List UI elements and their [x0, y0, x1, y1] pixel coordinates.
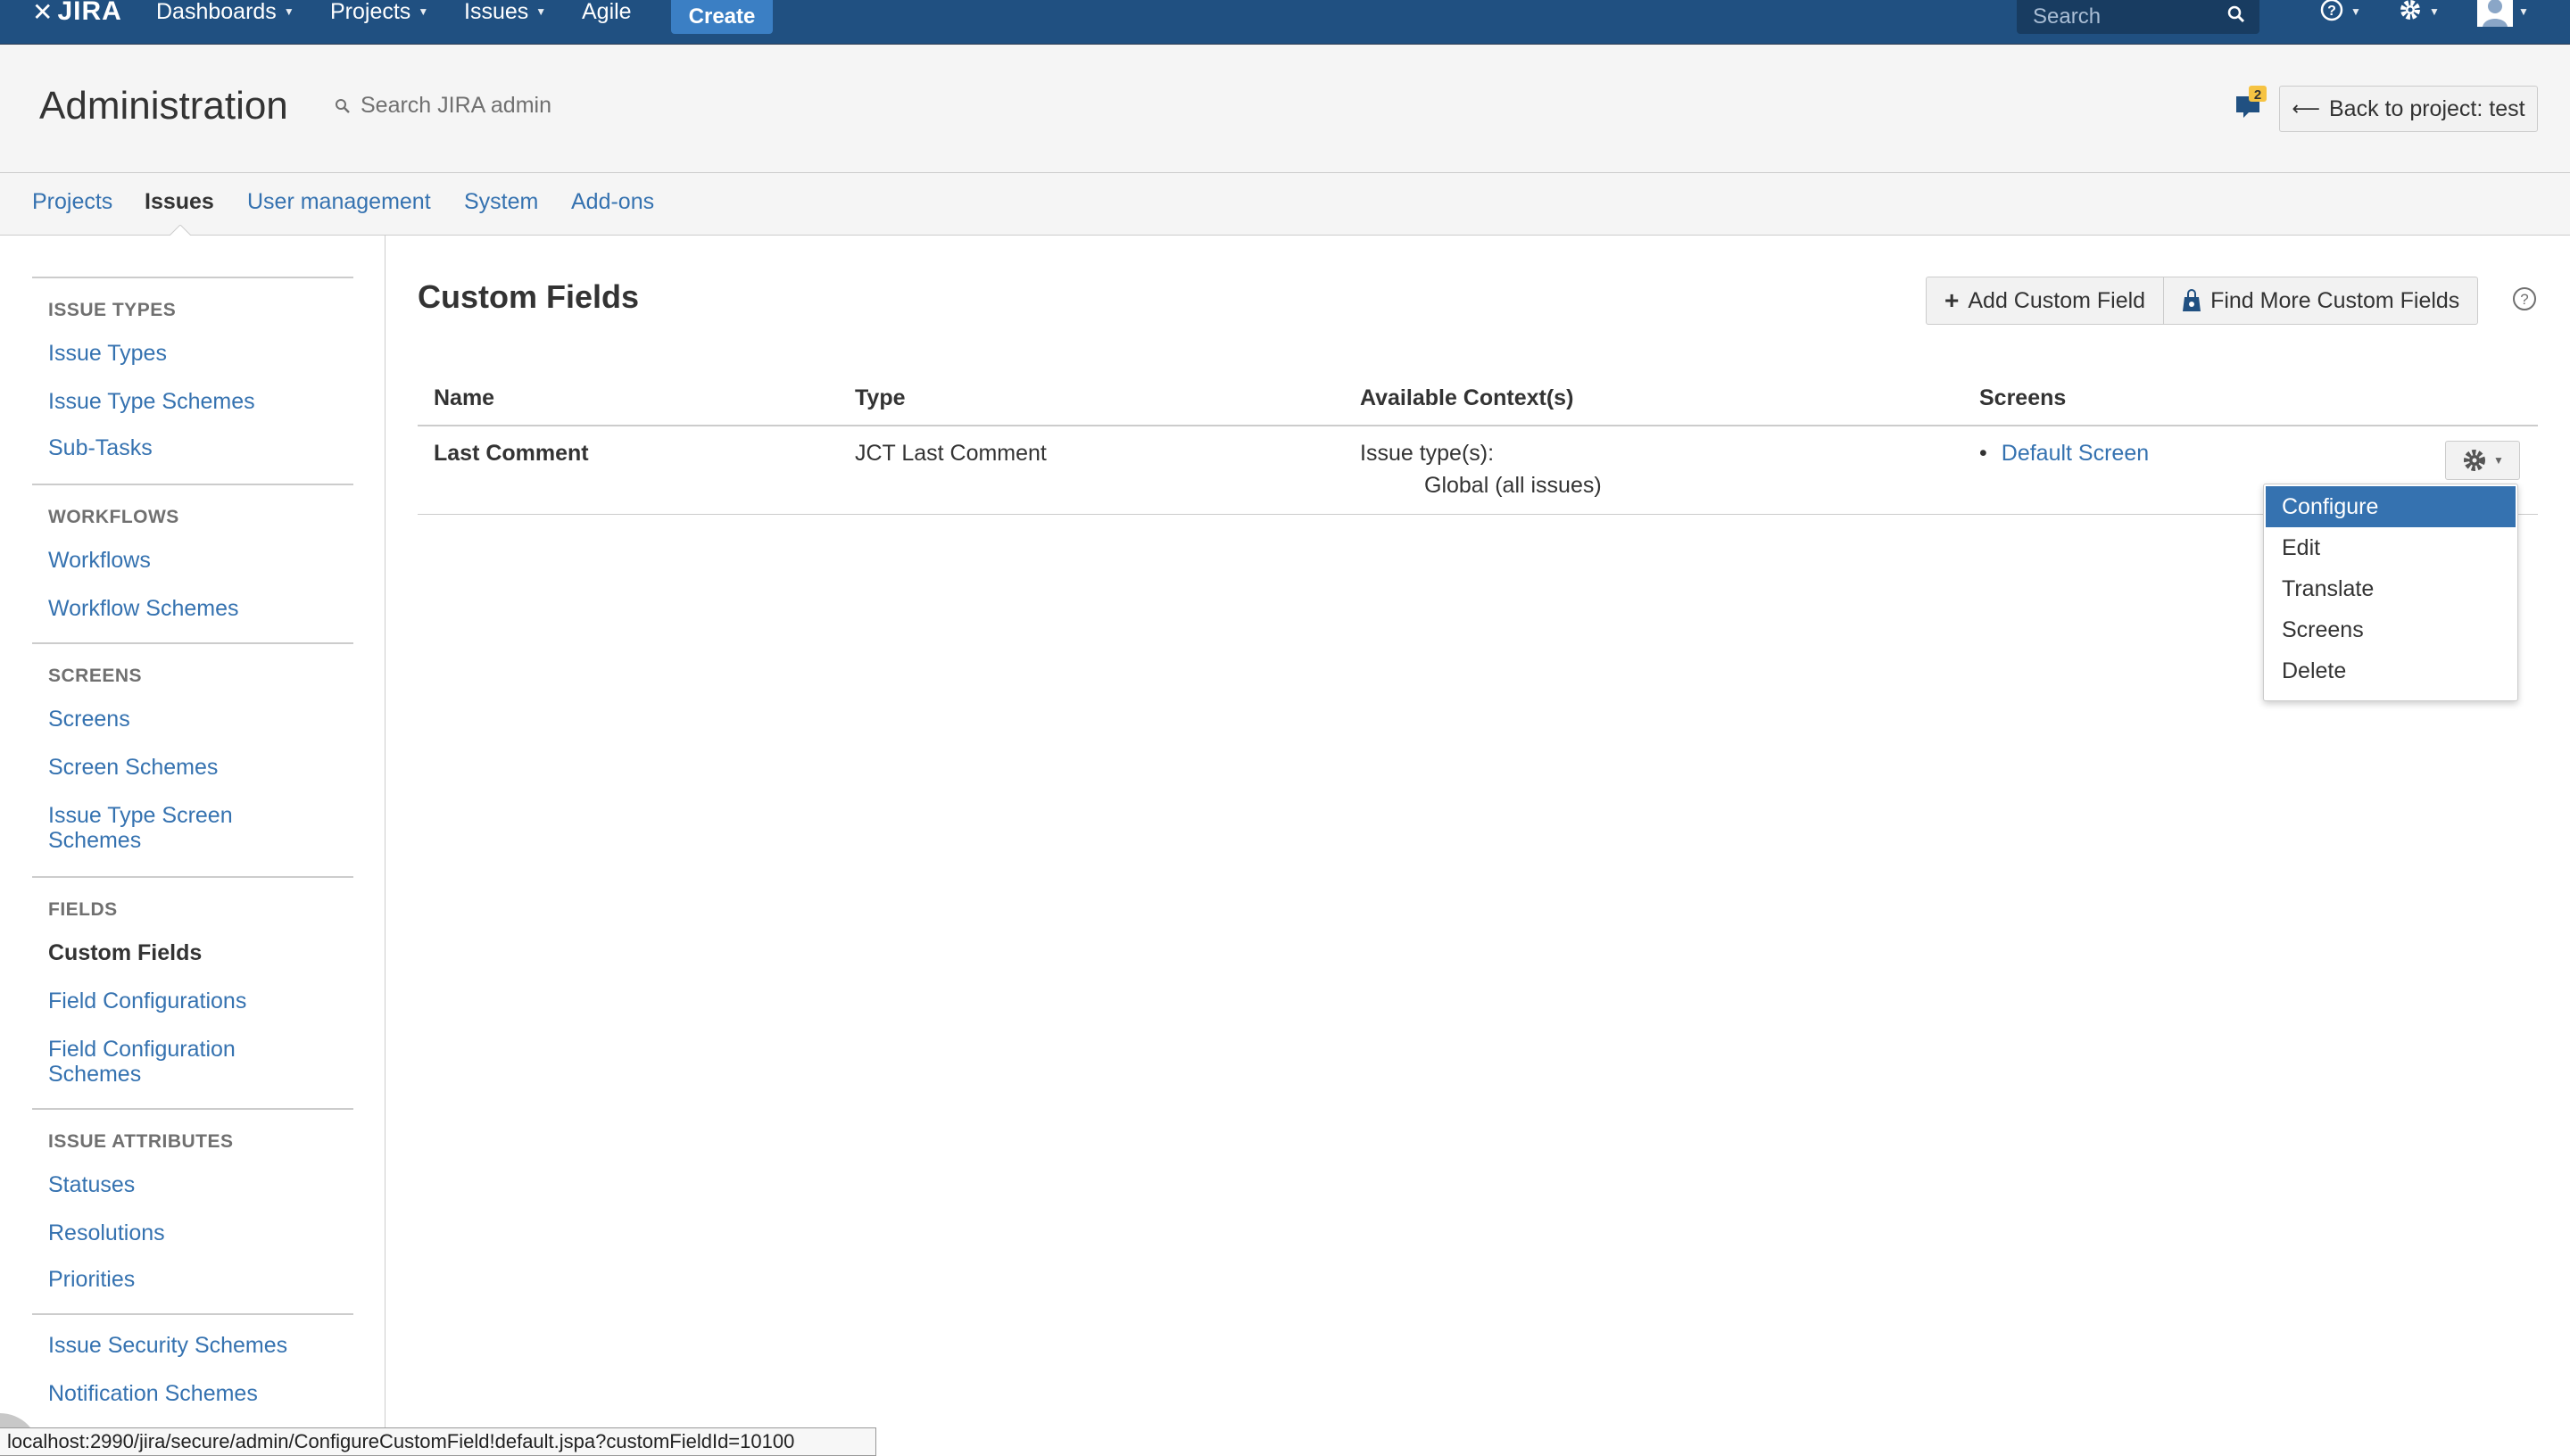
chevron-down-icon: ▼	[283, 5, 294, 18]
svg-text:?: ?	[2327, 4, 2336, 19]
find-more-custom-fields-button[interactable]: Find More Custom Fields	[2163, 277, 2477, 324]
bullet: •	[1979, 441, 1987, 466]
search-icon	[2227, 5, 2245, 23]
sidebar-divider	[32, 642, 353, 644]
column-header-screens: Screens	[1979, 385, 2067, 410]
sidebar-item-priorities[interactable]: Priorities	[48, 1267, 343, 1292]
sidebar-item-workflows[interactable]: Workflows	[48, 548, 343, 573]
chevron-down-icon: ▼	[2429, 5, 2440, 18]
table-row-divider	[418, 514, 2538, 515]
avatar-icon	[2477, 0, 2513, 27]
menu-item-edit[interactable]: Edit	[2266, 527, 2516, 568]
menu-item-screens[interactable]: Screens	[2266, 609, 2516, 650]
context-label: Issue type(s):	[1360, 441, 1495, 466]
sidebar-heading-workflows: WORKFLOWS	[48, 507, 179, 527]
screen-list-item: • Default Screen	[1979, 441, 2149, 467]
context-value: Global (all issues)	[1424, 473, 1602, 498]
user-profile-menu[interactable]: ▼	[2477, 0, 2529, 27]
search-icon	[336, 98, 350, 113]
sidebar-item-screen-schemes[interactable]: Screen Schemes	[48, 755, 343, 780]
admin-header: Administration Search JIRA admin 2 ⟵ Bac…	[0, 45, 2570, 173]
sidebar-divider	[32, 1108, 353, 1110]
sidebar-divider	[32, 484, 353, 485]
sidebar-item-custom-fields[interactable]: Custom Fields	[48, 940, 343, 965]
chevron-down-icon: ▼	[418, 5, 429, 18]
help-icon: ?	[2320, 0, 2343, 21]
svg-text:?: ?	[2520, 291, 2528, 308]
menu-item-translate[interactable]: Translate	[2266, 568, 2516, 609]
plus-icon: +	[1944, 286, 1960, 314]
sidebar-item-workflow-schemes[interactable]: Workflow Schemes	[48, 596, 343, 621]
column-header-contexts: Available Context(s)	[1360, 385, 1574, 410]
nav-dashboards[interactable]: Dashboards ▼	[156, 0, 294, 24]
screen-link-default-screen[interactable]: Default Screen	[2002, 441, 2149, 466]
custom-field-actions: + Add Custom Field Find More Custom Fiel…	[1926, 277, 2479, 325]
active-tab-pointer	[170, 225, 191, 236]
sidebar-heading-issue-attributes: ISSUE ATTRIBUTES	[48, 1131, 234, 1152]
nav-projects[interactable]: Projects ▼	[330, 0, 429, 24]
add-custom-field-button[interactable]: + Add Custom Field	[1927, 277, 2163, 324]
sidebar-heading-fields: FIELDS	[48, 899, 118, 920]
nav-issues[interactable]: Issues ▼	[464, 0, 547, 24]
gear-icon	[2464, 450, 2486, 471]
sidebar-item-notification-schemes[interactable]: Notification Schemes	[48, 1381, 343, 1406]
sidebar-item-sub-tasks[interactable]: Sub-Tasks	[48, 435, 343, 460]
sidebar-heading-issue-types: ISSUE TYPES	[48, 300, 177, 320]
admin-tabs: Projects Issues User management System A…	[0, 173, 2570, 236]
sidebar-item-issue-type-screen-schemes[interactable]: Issue Type Screen Schemes	[48, 803, 262, 853]
svg-text:2: 2	[2254, 87, 2261, 103]
column-header-type: Type	[855, 385, 906, 410]
chevron-down-icon: ▼	[2350, 5, 2361, 18]
field-name: Last Comment	[434, 441, 589, 466]
back-to-project-button[interactable]: ⟵ Back to project: test	[2279, 86, 2538, 132]
sidebar-item-issue-security-schemes[interactable]: Issue Security Schemes	[48, 1333, 343, 1358]
sidebar-item-resolutions[interactable]: Resolutions	[48, 1220, 343, 1245]
chevron-down-icon: ▼	[2493, 454, 2504, 467]
menu-item-configure[interactable]: Configure	[2266, 486, 2516, 527]
create-button[interactable]: Create	[671, 0, 773, 34]
admin-settings-menu[interactable]: ▼	[2397, 0, 2440, 23]
help-menu[interactable]: ? ▼	[2318, 0, 2361, 23]
page-title: Administration	[39, 84, 288, 128]
field-type: JCT Last Comment	[855, 441, 1047, 466]
column-header-name: Name	[434, 385, 495, 410]
tab-user-management[interactable]: User management	[247, 189, 431, 215]
arrow-left-icon: ⟵	[2292, 97, 2320, 120]
speech-bubble-icon: 2	[2236, 86, 2267, 118]
top-navigation-bar: ✕ JIRA Dashboards ▼ Projects ▼ Issues ▼ Agi…	[0, 0, 2570, 45]
sidebar-heading-screens: SCREENS	[48, 666, 143, 686]
sidebar-divider	[32, 277, 353, 278]
browser-status-bar: localhost:2990/jira/secure/admin/Configu…	[0, 1427, 876, 1456]
sidebar-divider	[32, 1313, 353, 1315]
field-actions-dropdown: Configure Edit Translate Screens Delete	[2263, 484, 2518, 701]
chevron-down-icon: ▼	[535, 5, 547, 18]
field-actions-menu-button[interactable]: ▼	[2445, 441, 2520, 480]
jira-logo-icon: ✕	[32, 0, 54, 26]
admin-sidebar: ISSUE TYPES Issue Types Issue Type Schem…	[0, 236, 386, 1456]
sidebar-item-statuses[interactable]: Statuses	[48, 1172, 343, 1197]
marketplace-bag-icon	[2183, 289, 2201, 311]
sidebar-item-field-configuration-schemes[interactable]: Field Configuration Schemes	[48, 1037, 262, 1087]
sidebar-divider	[32, 876, 353, 878]
section-title: Custom Fields	[418, 278, 640, 315]
tab-projects[interactable]: Projects	[32, 189, 112, 215]
sidebar-item-issue-type-schemes[interactable]: Issue Type Schemes	[48, 389, 343, 414]
jira-logo[interactable]: ✕ JIRA	[32, 0, 122, 26]
table-header-divider	[418, 425, 2538, 426]
help-icon[interactable]: ?	[2511, 285, 2538, 312]
sidebar-item-field-configurations[interactable]: Field Configurations	[48, 989, 343, 1013]
gear-icon	[2400, 0, 2420, 20]
tab-issues[interactable]: Issues	[145, 189, 214, 215]
tab-add-ons[interactable]: Add-ons	[571, 189, 654, 215]
chevron-down-icon: ▼	[2518, 5, 2529, 18]
nav-agile[interactable]: Agile	[582, 0, 632, 24]
notification-indicator[interactable]: 2	[2234, 86, 2270, 121]
menu-item-delete[interactable]: Delete	[2266, 650, 2516, 691]
admin-search-input[interactable]: Search JIRA admin	[334, 93, 551, 119]
tab-system[interactable]: System	[464, 189, 538, 215]
quick-search-input[interactable]: Search	[2017, 0, 2259, 34]
sidebar-item-screens[interactable]: Screens	[48, 707, 343, 732]
sidebar-item-issue-types[interactable]: Issue Types	[48, 341, 343, 366]
